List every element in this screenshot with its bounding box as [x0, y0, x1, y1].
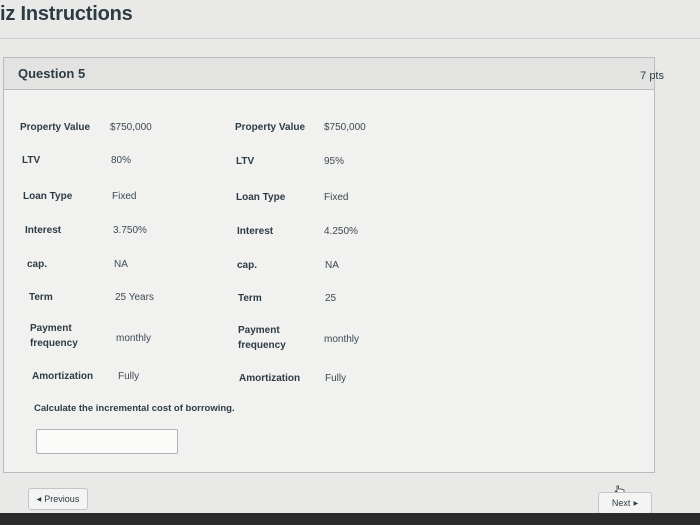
question-name: Question 5	[18, 66, 86, 81]
previous-button-label: Previous	[44, 494, 80, 504]
left-label-term: Term	[29, 292, 53, 303]
left-value-term: 25 Years	[115, 292, 154, 303]
question-card: Question 5 7 pts Property Value $750,000…	[3, 57, 664, 473]
right-value-interest: 4.250%	[324, 226, 358, 237]
left-label-amortization: Amortization	[32, 371, 94, 382]
right-value-loan-type: Fixed	[324, 192, 349, 203]
right-value-ltv: 95%	[324, 156, 345, 167]
right-label-interest: Interest	[237, 226, 274, 237]
right-label-cap: cap.	[237, 260, 258, 271]
right-value-term: 25	[325, 293, 337, 304]
previous-button[interactable]: ◀ Previous	[28, 488, 88, 510]
left-label-property-value: Property Value	[20, 122, 91, 133]
answer-input[interactable]	[36, 429, 178, 454]
left-value-amortization: Fully	[118, 371, 140, 382]
chevron-left-icon: ◀	[36, 496, 42, 503]
left-value-loan-type: Fixed	[112, 191, 137, 202]
left-value-cap: NA	[114, 259, 128, 270]
right-label-property-value: Property Value	[235, 122, 306, 133]
right-label-term: Term	[238, 293, 262, 304]
right-label-loan-type: Loan Type	[236, 192, 286, 203]
left-value-interest: 3.750%	[113, 225, 147, 236]
chevron-right-icon: ▶	[633, 500, 639, 507]
left-value-ltv: 80%	[111, 155, 132, 166]
right-label-payment-frequency: Payment frequency	[238, 325, 286, 351]
left-label-ltv: LTV	[22, 155, 41, 166]
question-prompt: Calculate the incremental cost of borrow…	[34, 403, 235, 414]
left-label-interest: Interest	[25, 225, 62, 236]
next-button-label: Next	[611, 498, 631, 508]
right-value-amortization: Fully	[325, 373, 347, 384]
right-value-cap: NA	[325, 260, 339, 271]
left-label-cap: cap.	[27, 259, 48, 270]
right-value-payment-frequency: monthly	[324, 334, 360, 345]
page-title: iz Instructions	[0, 3, 133, 25]
left-value-payment-frequency: monthly	[116, 333, 152, 344]
left-label-loan-type: Loan Type	[23, 191, 73, 202]
right-label-amortization: Amortization	[239, 373, 301, 384]
right-label-ltv: LTV	[236, 156, 255, 167]
question-points: 7 pts	[640, 70, 664, 82]
bottom-bar	[0, 513, 700, 525]
right-value-property-value: $750,000	[324, 122, 366, 133]
title-divider	[0, 38, 700, 39]
left-value-property-value: $750,000	[110, 122, 152, 133]
left-label-payment-frequency: Payment frequency	[30, 323, 78, 349]
question-header: Question 5 7 pts	[4, 58, 664, 90]
next-button[interactable]: Next ▶	[598, 492, 652, 514]
